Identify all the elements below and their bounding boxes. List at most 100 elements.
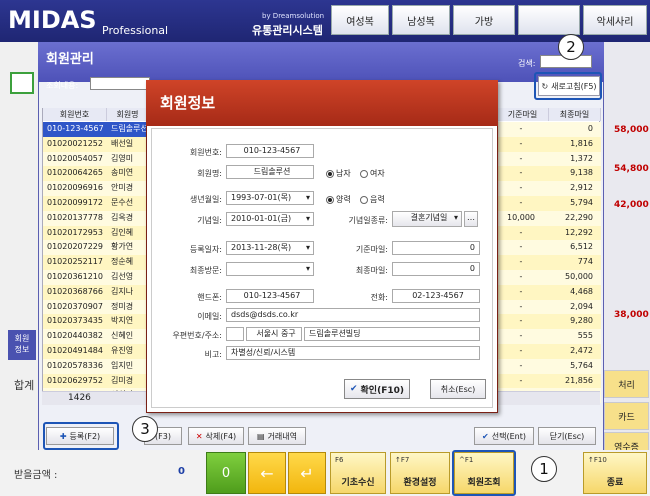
member-name-field[interactable]: 드림솔루션 bbox=[226, 165, 314, 179]
confirm-button[interactable]: ✔ 확인(F10) bbox=[344, 379, 410, 399]
table-row[interactable]: 01020440382 신혜인 bbox=[43, 329, 149, 344]
member-name-cell: 김선영 bbox=[111, 272, 134, 281]
transaction-history-button[interactable]: ▤ 거래내역 bbox=[248, 427, 306, 445]
mileage-row[interactable]: - 6,512 bbox=[497, 240, 601, 256]
reg-date-select[interactable]: 2013-11-28(목) bbox=[226, 241, 314, 255]
phone-field[interactable]: 02-123-4567 bbox=[392, 289, 480, 303]
mileage-row[interactable]: - 12,292 bbox=[497, 225, 601, 241]
delete-button[interactable]: ✕ 삭제(F4) bbox=[188, 427, 244, 445]
table-row[interactable]: 01020252117 정순혜 bbox=[43, 255, 149, 270]
mileage-row[interactable]: - 555 bbox=[497, 329, 601, 344]
category-tab-empty[interactable] bbox=[518, 5, 580, 35]
member-info-side-tab[interactable]: 회원 정보 bbox=[8, 330, 36, 360]
mileage-row[interactable]: - 1,372 bbox=[497, 151, 601, 167]
column-header-final-mileage[interactable]: 최종마일 bbox=[549, 108, 601, 121]
anniversary-type-select[interactable]: 결혼기념일 bbox=[392, 211, 462, 227]
backspace-button[interactable]: ← bbox=[248, 452, 286, 494]
last-visit-select[interactable] bbox=[226, 262, 314, 276]
member-no-cell: 01020172953 bbox=[47, 227, 103, 237]
category-tab-women[interactable]: 여성복 bbox=[331, 5, 389, 35]
base-mileage-cell: - bbox=[519, 346, 523, 355]
mobile-field[interactable]: 010-123-4567 bbox=[226, 289, 314, 303]
radio-dot-icon bbox=[326, 195, 334, 204]
member-no-field[interactable]: 010-123-4567 bbox=[226, 144, 314, 158]
address2-field[interactable]: 드림솔루션빌딩 bbox=[304, 327, 480, 341]
address1-field[interactable]: 서울시 중구 bbox=[246, 327, 302, 341]
note-field[interactable]: 차별성/신뢰/시스템 bbox=[226, 346, 480, 360]
left-input-box[interactable] bbox=[10, 72, 34, 94]
table-row[interactable]: 01020096916 안미경 bbox=[43, 181, 149, 196]
mileage-row[interactable]: - 1,816 bbox=[497, 136, 601, 152]
table-row[interactable]: 01020373435 박지연 bbox=[43, 314, 149, 330]
mileage-row[interactable]: - 2,094 bbox=[497, 299, 601, 315]
base-mileage-label: 기준마일: bbox=[355, 245, 388, 254]
email-field[interactable]: dsds@dsds.co.kr bbox=[226, 308, 480, 322]
email-label: 이메일: bbox=[197, 312, 222, 321]
base-mileage-field[interactable]: 0 bbox=[392, 241, 480, 255]
table-row[interactable]: 01020064265 송미연 bbox=[43, 166, 149, 182]
final-mileage-field[interactable]: 0 bbox=[392, 262, 480, 276]
solar-radio[interactable]: 양력 bbox=[326, 194, 351, 205]
table-row[interactable]: 010-123-4567 드림솔루션 bbox=[43, 122, 149, 137]
table-row[interactable]: 01020368766 김지나 bbox=[43, 284, 149, 300]
member-no-cell: 01020064265 bbox=[47, 168, 103, 178]
mileage-row[interactable]: - 9,138 bbox=[497, 166, 601, 182]
process-button[interactable]: 처리 bbox=[604, 370, 649, 398]
table-row[interactable]: 01020137778 김옥경 bbox=[43, 210, 149, 226]
table-row[interactable]: 01020370907 정미경 bbox=[43, 299, 149, 315]
mileage-row[interactable]: - 2,472 bbox=[497, 344, 601, 359]
mileage-row[interactable]: - 4,468 bbox=[497, 284, 601, 300]
cancel-button[interactable]: 취소(Esc) bbox=[430, 379, 486, 399]
final-mileage-cell: 774 bbox=[577, 257, 593, 267]
column-header-no[interactable]: 회원번호 bbox=[43, 108, 107, 121]
final-mileage-cell: 9,280 bbox=[570, 316, 593, 326]
table-row[interactable]: 01020054057 김영미 bbox=[43, 151, 149, 167]
anniversary-type-more-button[interactable]: … bbox=[464, 211, 478, 227]
mileage-row[interactable]: 10,000 22,290 bbox=[497, 210, 601, 226]
birthday-select[interactable]: 1993-07-01(목) bbox=[226, 191, 314, 205]
table-row[interactable]: 01020172953 김인혜 bbox=[43, 225, 149, 241]
fkey-label: 환경설정 bbox=[403, 478, 437, 488]
table-row[interactable]: 01020207229 황가연 bbox=[43, 240, 149, 256]
table-row[interactable]: 01020491484 유진영 bbox=[43, 344, 149, 359]
final-mileage-cell: 555 bbox=[577, 331, 593, 341]
mileage-row[interactable]: - 2,912 bbox=[497, 181, 601, 196]
zipcode-field[interactable] bbox=[226, 327, 244, 341]
column-header-base-mileage[interactable]: 기준마일 bbox=[497, 108, 549, 121]
table-row[interactable]: 01020578336 임지민 bbox=[43, 358, 149, 374]
note-label: 비고: bbox=[204, 350, 222, 359]
search-label: 조회내용: bbox=[46, 81, 79, 90]
category-tab-bag[interactable]: 가방 bbox=[453, 5, 515, 35]
fkey-settings[interactable]: ↑F7 환경설정 bbox=[390, 452, 450, 494]
member-no-cell: 01020252117 bbox=[47, 257, 103, 267]
fkey-exit[interactable]: ↑F10 종료 bbox=[583, 452, 647, 494]
gender-male-radio[interactable]: 남자 bbox=[326, 168, 351, 179]
mileage-row[interactable]: -0 bbox=[497, 122, 601, 137]
category-tab-accessory[interactable]: 악세사리 bbox=[583, 5, 647, 35]
mileage-row[interactable]: - 774 bbox=[497, 255, 601, 270]
numpad-zero-button[interactable]: 0 bbox=[206, 452, 246, 494]
mileage-row[interactable]: - 50,000 bbox=[497, 270, 601, 285]
enter-button[interactable]: ↵ bbox=[288, 452, 326, 494]
mileage-row[interactable]: - 9,280 bbox=[497, 314, 601, 330]
table-row[interactable]: 01020629752 김미경 bbox=[43, 373, 149, 389]
gender-male-label: 남자 bbox=[336, 169, 351, 178]
search-input[interactable] bbox=[90, 77, 150, 90]
mileage-row[interactable]: - 21,856 bbox=[497, 373, 601, 389]
mileage-row[interactable]: - 5,794 bbox=[497, 196, 601, 211]
history-label: 거래내역 bbox=[267, 431, 297, 441]
final-mileage-cell: 22,290 bbox=[565, 212, 593, 222]
mileage-row[interactable]: - 5,764 bbox=[497, 358, 601, 374]
gender-female-radio[interactable]: 여자 bbox=[360, 168, 385, 179]
close-button[interactable]: 닫기(Esc) bbox=[538, 427, 596, 445]
select-button[interactable]: ✔ 선택(Ent) bbox=[474, 427, 534, 445]
card-button[interactable]: 카드 bbox=[604, 402, 649, 430]
fkey-basic-receive[interactable]: F6 기초수신 bbox=[330, 452, 386, 494]
table-row[interactable]: 01020361210 김선영 bbox=[43, 270, 149, 285]
table-row[interactable]: 01020099172 문수선 bbox=[43, 196, 149, 211]
category-tab-men[interactable]: 남성복 bbox=[392, 5, 450, 35]
anniversary-select[interactable]: 2010-01-01(금) bbox=[226, 212, 314, 226]
column-header-name[interactable]: 회원명 bbox=[107, 108, 149, 121]
table-row[interactable]: 01020021252 배선일 bbox=[43, 136, 149, 152]
lunar-radio[interactable]: 음력 bbox=[360, 194, 385, 205]
